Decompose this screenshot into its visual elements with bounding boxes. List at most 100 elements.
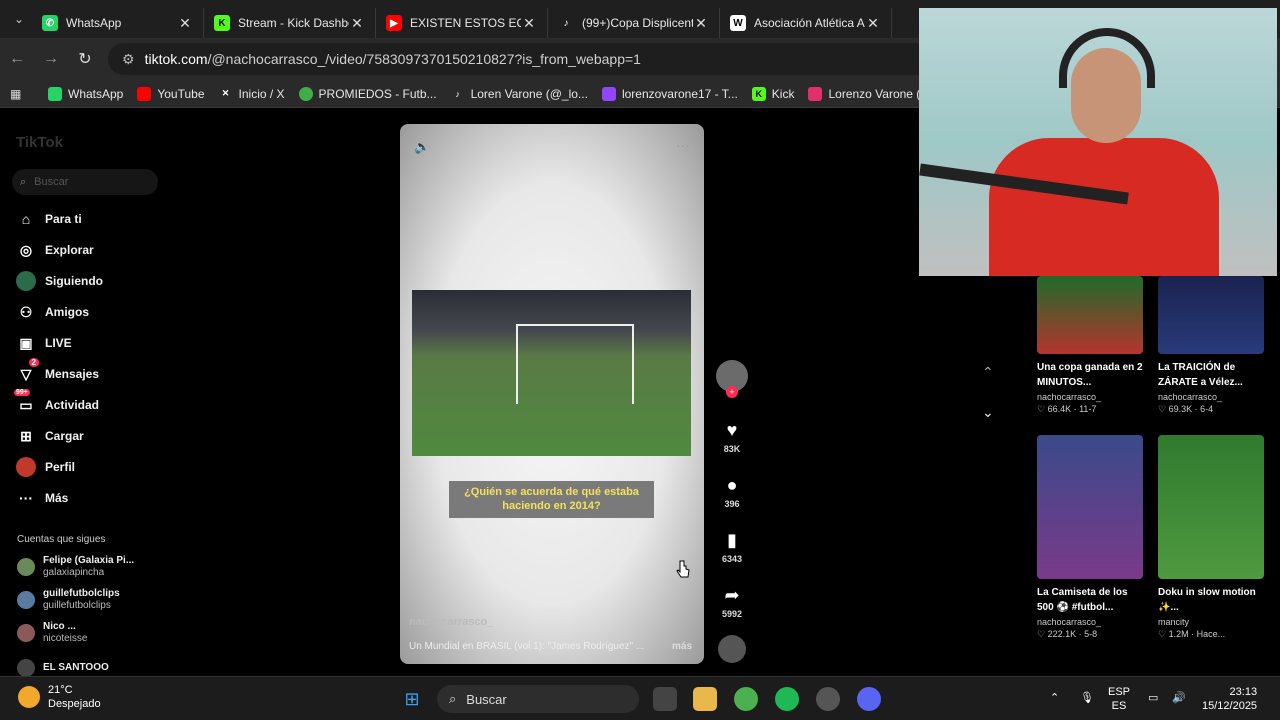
more-link[interactable]: más	[672, 641, 692, 652]
following-account[interactable]: Felipe (Galaxia Pi... galaxiapincha	[17, 552, 177, 582]
close-icon[interactable]: ✕	[521, 15, 537, 32]
clock[interactable]: 23:13 15/12/2025	[1202, 685, 1257, 713]
twitch-icon	[601, 86, 616, 101]
weather-widget[interactable]: 21°C Despejado	[18, 683, 101, 711]
bookmark-tiktok[interactable]: ♪ Loren Varone (@_lo...	[451, 87, 588, 101]
taskbar-search[interactable]: ⌕ Buscar	[437, 685, 639, 713]
browser-tab[interactable]: ♪ (99+)Copa Displicent ✕	[548, 8, 720, 38]
share-button[interactable]: ➦ 5992	[716, 585, 748, 619]
comment-icon: ●	[726, 475, 738, 495]
close-icon[interactable]: ✕	[349, 15, 365, 32]
whatsapp-icon	[48, 86, 62, 101]
browser-tab[interactable]: ✆ WhatsApp ✕	[32, 8, 204, 38]
tab-search-dropdown[interactable]: ⌄	[6, 6, 32, 32]
apps-grid-icon[interactable]: ▦	[10, 87, 34, 101]
live-icon: ▣	[19, 334, 33, 351]
volume-icon[interactable]: 🔊	[1172, 691, 1186, 705]
browser-tab[interactable]: K Stream - Kick Dashbo ✕	[204, 8, 376, 38]
video-player[interactable]: 🔈 ··· ¿Quién se acuerda de qué estaba ha…	[400, 124, 704, 664]
nav-cargar[interactable]: ⊞ Cargar	[16, 423, 176, 449]
sound-disc[interactable]	[716, 635, 748, 663]
messages-badge: 2	[28, 358, 39, 367]
like-button[interactable]: ♥ 83K	[716, 420, 748, 454]
close-icon[interactable]: ✕	[177, 15, 193, 32]
wikipedia-icon: W	[730, 15, 746, 31]
site-info-icon[interactable]: ⚙	[122, 51, 135, 68]
discord-icon[interactable]	[857, 687, 881, 711]
video-description: Un Mundial en BRASIL (vol.1): "James Rod…	[409, 641, 645, 652]
nav-para-ti[interactable]: ⌂ Para ti	[16, 206, 176, 232]
tiktok-icon: ♪	[563, 17, 569, 29]
nav-live[interactable]: ▣ LIVE	[16, 330, 176, 356]
nav-siguiendo[interactable]: Siguiendo	[16, 268, 176, 294]
kick-icon: K	[751, 86, 766, 101]
chevron-down-icon[interactable]: ⌄	[982, 404, 994, 421]
nav-amigos[interactable]: ⚇ Amigos	[16, 299, 176, 325]
chevron-down-icon: ⌄	[13, 12, 25, 26]
windows-taskbar: 21°C Despejado ⊞ ⌕ Buscar ⌃ 🎙 ESP ES ▭ 🔊 23…	[0, 676, 1280, 720]
video-frame	[412, 290, 691, 456]
close-icon[interactable]: ✕	[865, 15, 881, 32]
recommended-video[interactable]: Doku in slow motion ✨... mancity ♡ 1.2M …	[1158, 435, 1264, 640]
reload-icon[interactable]: ↻	[68, 49, 102, 69]
recommended-video[interactable]: La Camiseta de los 500 ⚽ #futbol... nach…	[1037, 435, 1143, 640]
task-view-icon[interactable]	[653, 687, 677, 711]
following-account[interactable]: Nico ... nicoteisse	[17, 618, 177, 648]
back-icon[interactable]: ←	[0, 50, 34, 68]
goal-post-graphic	[516, 324, 634, 404]
recommended-video[interactable]: Una copa ganada en 2 MINUTOS... nachocar…	[1037, 276, 1143, 415]
language-indicator[interactable]: ESP ES	[1108, 685, 1130, 713]
nav-perfil[interactable]: Perfil	[16, 454, 176, 480]
url-field[interactable]: ⚙ tiktok.com/@nachocarrasco_/video/75830…	[108, 43, 938, 75]
bookmark-whatsapp[interactable]: WhatsApp	[48, 86, 123, 101]
microphone-icon[interactable]: 🎙	[1080, 691, 1094, 705]
video-thumbnail	[1158, 435, 1264, 579]
nav-mensajes[interactable]: ▽ 2 Mensajes	[16, 358, 176, 387]
video-username[interactable]: nachocarrasco_	[409, 616, 493, 628]
avatar	[17, 624, 35, 642]
video-caption: ¿Quién se acuerda de qué estaba haciendo…	[449, 481, 654, 518]
avatar	[17, 659, 35, 677]
bookmark-twitch[interactable]: lorenzovarone17 - T...	[601, 86, 738, 101]
browser-tab[interactable]: W Asociación Atlética A ✕	[720, 8, 892, 38]
nav-explorar[interactable]: ◎ Explorar	[16, 237, 176, 263]
bookmark-youtube[interactable]: YouTube	[137, 86, 205, 101]
youtube-icon: ▶	[386, 15, 402, 31]
save-button[interactable]: ▮ 6343	[716, 530, 748, 564]
forward-icon[interactable]: →	[34, 50, 68, 68]
bookmark-promiedos[interactable]: PROMIEDOS - Futb...	[298, 86, 437, 101]
close-icon[interactable]: ✕	[693, 15, 709, 32]
home-icon: ⌂	[21, 211, 31, 227]
tiktok-logo[interactable]: TikTok	[16, 134, 63, 151]
network-icon[interactable]: ▭	[1148, 691, 1158, 705]
nav-actividad[interactable]: ▭ 99+ Actividad	[14, 389, 176, 418]
kick-icon: K	[214, 15, 230, 31]
video-thumbnail	[1037, 276, 1143, 354]
obs-icon[interactable]	[816, 687, 840, 711]
chevron-up-icon[interactable]: ⌃	[982, 364, 994, 381]
search-input[interactable]: ⌕ Buscar	[12, 169, 158, 195]
follow-plus-icon[interactable]: +	[726, 386, 738, 398]
activity-icon: ▭ 99+	[14, 389, 33, 413]
recommended-video[interactable]: La TRAICIÓN de ZÁRATE a Vélez... nachoca…	[1158, 276, 1264, 415]
windows-start-icon[interactable]: ⊞	[400, 687, 424, 711]
browser-tab[interactable]: ▶EXISTEN ESTOS EQUI✕	[376, 8, 548, 38]
bookmark-kick[interactable]: K Kick	[751, 86, 794, 101]
volume-icon[interactable]: 🔈	[414, 139, 430, 155]
following-account[interactable]: guillefutbolclips guillefutbolclips	[17, 585, 177, 615]
chrome-icon[interactable]	[734, 687, 758, 711]
comment-button[interactable]: ● 396	[716, 475, 748, 509]
file-explorer-icon[interactable]	[693, 687, 717, 711]
following-icon	[16, 271, 36, 291]
more-options-icon[interactable]: ···	[676, 137, 690, 153]
creator-avatar[interactable]: +	[716, 360, 748, 398]
nav-mas[interactable]: ··· Más	[16, 485, 176, 511]
tiktok-icon: ♪	[455, 88, 460, 99]
search-icon: ⌕	[449, 691, 457, 706]
tiktok-sidebar: TikTok ⌕ Buscar ⌂ Para ti ◎ Explorar Siguie…	[0, 108, 180, 677]
search-icon: ⌕	[20, 175, 27, 188]
avatar	[17, 591, 35, 609]
chevron-up-icon[interactable]: ⌃	[1050, 691, 1059, 705]
bookmark-x[interactable]: ✕ Inicio / X	[219, 87, 285, 101]
spotify-icon[interactable]	[775, 687, 799, 711]
